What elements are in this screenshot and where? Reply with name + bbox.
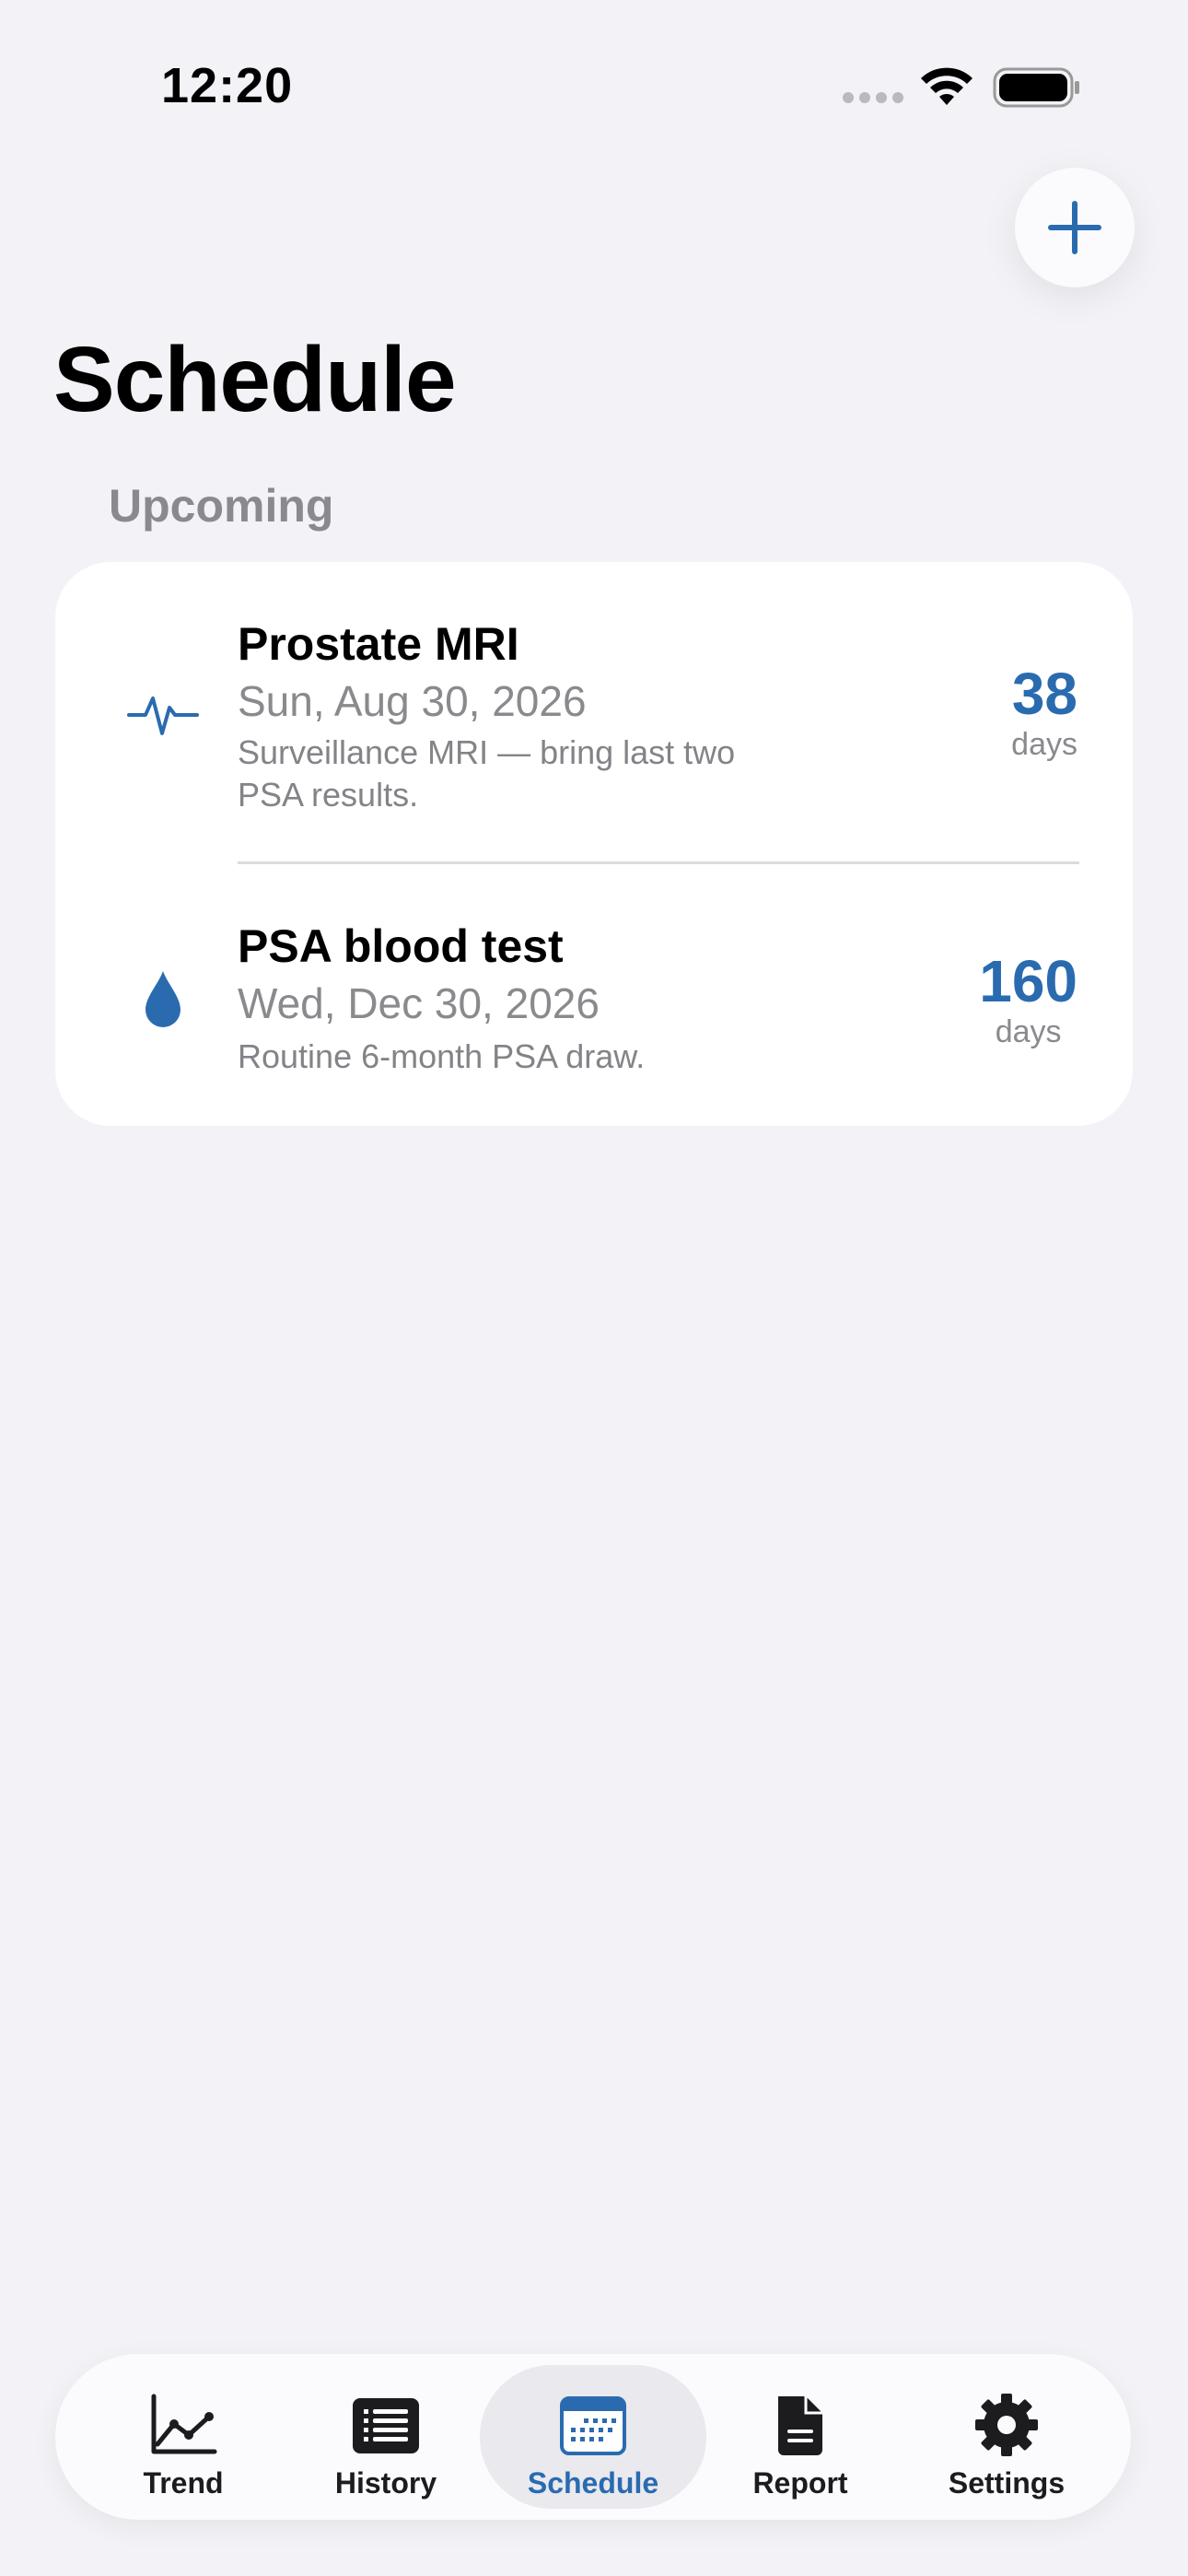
appointment-note: Routine 6-month PSA draw.: [238, 1037, 646, 1075]
tab-label: Settings: [948, 2466, 1066, 2500]
plus-icon: [1048, 201, 1101, 254]
appointment-note: Surveillance MRI — bring last two PSA re…: [238, 733, 736, 814]
days-countdown: 160 days: [979, 949, 1077, 1050]
days-count: 160: [979, 948, 1077, 1014]
tab-trend[interactable]: Trend: [70, 2365, 297, 2509]
tab-label: Report: [752, 2466, 848, 2500]
tab-label: History: [334, 2466, 437, 2500]
tab-history[interactable]: History: [273, 2365, 499, 2509]
status-time: 12:20: [161, 58, 294, 113]
appointment-date: Sun, Aug 30, 2026: [238, 677, 587, 725]
days-count: 38: [1011, 661, 1077, 727]
section-header-upcoming: Upcoming: [109, 480, 334, 532]
cellular-signal-icon: [843, 92, 903, 105]
upcoming-appointments-card: Prostate MRI Sun, Aug 30, 2026 Surveilla…: [55, 562, 1133, 1126]
document-icon: [778, 2396, 822, 2455]
battery-icon: [993, 67, 1079, 108]
tab-report[interactable]: Report: [687, 2365, 914, 2509]
appointment-title: PSA blood test: [238, 920, 564, 972]
days-unit: days: [1011, 727, 1077, 762]
appointment-row-psa-blood-test[interactable]: PSA blood test Wed, Dec 30, 2026 Routine…: [55, 864, 1133, 1126]
gear-icon: [975, 2394, 1038, 2456]
days-unit: days: [995, 1014, 1062, 1049]
tab-schedule[interactable]: Schedule: [480, 2365, 706, 2509]
appointment-date: Wed, Dec 30, 2026: [238, 979, 600, 1027]
drop-icon: [146, 971, 181, 1027]
page-title: Schedule: [53, 328, 457, 431]
tab-settings[interactable]: Settings: [893, 2365, 1120, 2509]
add-appointment-button[interactable]: [1015, 168, 1135, 287]
wifi-icon: [921, 67, 973, 105]
chart-line-icon: [151, 2394, 217, 2454]
tab-bar: Trend History Schedule Report Settings: [55, 2354, 1131, 2520]
calendar-icon: [560, 2396, 626, 2455]
tab-label: Trend: [143, 2466, 224, 2500]
status-bar: 12:20: [0, 0, 1188, 166]
appointment-row-prostate-mri[interactable]: Prostate MRI Sun, Aug 30, 2026 Surveilla…: [55, 562, 1133, 864]
tab-label: Schedule: [527, 2466, 659, 2500]
appointment-title: Prostate MRI: [238, 618, 519, 670]
waveform-icon: [127, 697, 199, 735]
list-icon: [353, 2398, 419, 2453]
days-countdown: 38 days: [1011, 662, 1077, 763]
